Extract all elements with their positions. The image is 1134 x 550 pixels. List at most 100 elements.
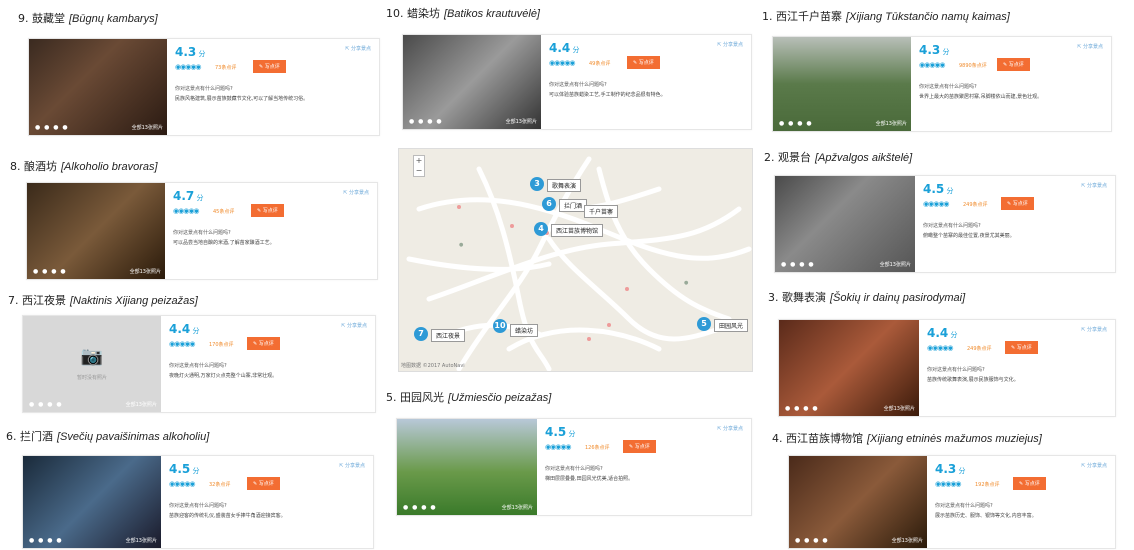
question-prompt[interactable]: 你对这景点有什么问题吗? [919,83,977,90]
write-review-button[interactable]: ✎ 写点评 [627,56,660,69]
attraction-photo[interactable]: ● ● ● ● 全部13张照片 [789,456,927,548]
map-pin-10[interactable]: 10 [493,319,507,333]
review-count[interactable]: 49条点评 [589,60,610,67]
write-review-button[interactable]: ✎ 写点评 [247,477,280,490]
review-count[interactable]: 126条点评 [585,444,610,451]
attraction-photo[interactable]: ● ● ● ● 全部13张照片 [23,456,161,548]
review-count[interactable]: 249条点评 [967,345,992,352]
map-pin-5[interactable]: 5 [697,317,711,331]
attraction-card[interactable]: 📷 暂时没有照片 ● ● ● ● 全部13张照片 4.4 分 ◉◉◉◉◉ 170… [22,315,376,413]
share-link[interactable]: ⇱ 分享景点 [343,189,369,196]
all-photos-link[interactable]: 全部13张照片 [502,504,533,511]
zoom-in-button[interactable]: + [414,156,424,166]
attraction-card[interactable]: ● ● ● ● 全部13张照片 4.4 分 ◉◉◉◉◉ 49条点评 ✎ 写点评 … [402,34,752,130]
rating-unit: 分 [194,194,204,202]
attraction-tip: 苗族传统歌舞表演,展示民族服饰与文化。 [927,377,1019,383]
share-link[interactable]: ⇱ 分享景点 [345,45,371,52]
question-prompt[interactable]: 你对这景点有什么问题吗? [927,366,985,373]
map-label-7[interactable]: 西江夜景 [431,329,466,342]
attraction-photo[interactable]: ● ● ● ● 全部13张照片 [773,37,911,131]
attraction-card[interactable]: ● ● ● ● 全部13张照片 4.4 分 ◉◉◉◉◉ 249条点评 ✎ 写点评… [778,319,1116,417]
share-link[interactable]: ⇱ 分享景点 [339,462,365,469]
share-link[interactable]: ⇱ 分享景点 [1081,182,1107,189]
share-link[interactable]: ⇱ 分享景点 [1081,462,1107,469]
write-review-button[interactable]: ✎ 写点评 [997,58,1030,71]
all-photos-link[interactable]: 全部13张照片 [130,268,161,275]
review-count[interactable]: 32条点评 [209,481,230,488]
attraction-card[interactable]: ● ● ● ● 全部13张照片 4.5 分 ◉◉◉◉◉ 249条点评 ✎ 写点评… [774,175,1116,273]
question-prompt[interactable]: 你对这景点有什么问题吗? [175,85,233,92]
write-review-label: 写点评 [258,341,274,347]
attraction-card[interactable]: ● ● ● ● 全部13张照片 4.7 分 ◉◉◉◉◉ 45条点评 ✎ 写点评 … [26,182,378,280]
all-photos-link[interactable]: 全部13张照片 [876,120,907,127]
map-label-3[interactable]: 歌舞表演 [547,179,582,192]
carousel-dots[interactable]: ● ● ● ● [33,268,67,275]
attraction-photo[interactable]: ● ● ● ● 全部13张照片 [775,176,915,272]
all-photos-link[interactable]: 全部13张照片 [880,261,911,268]
all-photos-link[interactable]: 全部13张照片 [132,124,163,131]
review-count[interactable]: 170条点评 [209,341,234,348]
write-review-button[interactable]: ✎ 写点评 [1005,341,1038,354]
map-label-4[interactable]: 西江苗族博物馆 [551,224,604,237]
carousel-dots[interactable]: ● ● ● ● [409,118,443,125]
map-pin-3[interactable]: 3 [530,177,544,191]
attraction-photo[interactable]: 📷 暂时没有照片 ● ● ● ● 全部13张照片 [23,316,161,412]
attraction-photo[interactable]: ● ● ● ● 全部13张照片 [29,39,167,135]
question-prompt[interactable]: 你对这景点有什么问题吗? [549,81,607,88]
all-photos-link[interactable]: 全部13张照片 [884,405,915,412]
attraction-photo[interactable]: ● ● ● ● 全部13张照片 [779,320,919,416]
attraction-card[interactable]: ● ● ● ● 全部13张照片 4.3 分 ◉◉◉◉◉ 192条点评 ✎ 写点评… [788,455,1116,549]
map-label-5[interactable]: 田园风光 [714,319,749,332]
review-count[interactable]: 9890条点评 [959,62,987,69]
write-review-button[interactable]: ✎ 写点评 [247,337,280,350]
review-count[interactable]: 192条点评 [975,481,1000,488]
zoom-control[interactable]: + − [413,155,425,177]
write-review-button[interactable]: ✎ 写点评 [253,60,286,73]
share-link[interactable]: ⇱ 分享景点 [341,322,367,329]
carousel-dots[interactable]: ● ● ● ● [403,504,437,511]
carousel-dots[interactable]: ● ● ● ● [29,537,63,544]
write-review-button[interactable]: ✎ 写点评 [623,440,656,453]
attraction-card[interactable]: ● ● ● ● 全部13张照片 4.5 分 ◉◉◉◉◉ 126条点评 ✎ 写点评… [396,418,752,516]
map-pin-6[interactable]: 6 [542,197,556,211]
attraction-card[interactable]: ● ● ● ● 全部13张照片 4.3 分 ◉◉◉◉◉ 73条点评 ✎ 写点评 … [28,38,380,136]
question-prompt[interactable]: 你对这景点有什么问题吗? [923,222,981,229]
question-prompt[interactable]: 你对这景点有什么问题吗? [169,502,227,509]
share-link[interactable]: ⇱ 分享景点 [1081,326,1107,333]
write-review-button[interactable]: ✎ 写点评 [251,204,284,217]
attraction-card[interactable]: ● ● ● ● 全部13张照片 4.3 分 ◉◉◉◉◉ 9890条点评 ✎ 写点… [772,36,1112,132]
carousel-dots[interactable]: ● ● ● ● [785,405,819,412]
zoom-out-button[interactable]: − [414,166,424,176]
all-photos-link[interactable]: 全部13张照片 [126,401,157,408]
attraction-photo[interactable]: ● ● ● ● 全部13张照片 [27,183,165,279]
share-link[interactable]: ⇱ 分享景点 [1077,43,1103,50]
map-label-6[interactable]: 拦门酒 [559,199,588,212]
write-review-button[interactable]: ✎ 写点评 [1001,197,1034,210]
share-link[interactable]: ⇱ 分享景点 [717,425,743,432]
carousel-dots[interactable]: ● ● ● ● [29,401,63,408]
question-prompt[interactable]: 你对这景点有什么问题吗? [545,465,603,472]
map-pin-4[interactable]: 4 [534,222,548,236]
share-link[interactable]: ⇱ 分享景点 [717,41,743,48]
all-photos-link[interactable]: 全部13张照片 [892,537,923,544]
write-review-button[interactable]: ✎ 写点评 [1013,477,1046,490]
carousel-dots[interactable]: ● ● ● ● [35,124,69,131]
attraction-photo[interactable]: ● ● ● ● 全部13张照片 [397,419,537,515]
carousel-dots[interactable]: ● ● ● ● [795,537,829,544]
attraction-map[interactable]: ● ● + − 3 歌舞表演 6 拦门酒 千户苗寨 4 西江苗族博物馆 7 西江夜… [398,148,753,372]
question-prompt[interactable]: 你对这景点有什么问题吗? [173,229,231,236]
map-label-1[interactable]: 千户苗寨 [584,205,619,218]
question-prompt[interactable]: 你对这景点有什么问题吗? [935,502,993,509]
map-label-10[interactable]: 蜡染坊 [510,324,539,337]
attraction-card[interactable]: ● ● ● ● 全部13张照片 4.5 分 ◉◉◉◉◉ 32条点评 ✎ 写点评 … [22,455,374,549]
map-pin-7[interactable]: 7 [414,327,428,341]
review-count[interactable]: 45条点评 [213,208,234,215]
question-prompt[interactable]: 你对这景点有什么问题吗? [169,362,227,369]
attraction-photo[interactable]: ● ● ● ● 全部13张照片 [403,35,541,129]
all-photos-link[interactable]: 全部13张照片 [126,537,157,544]
carousel-dots[interactable]: ● ● ● ● [779,120,813,127]
review-count[interactable]: 249条点评 [963,201,988,208]
carousel-dots[interactable]: ● ● ● ● [781,261,815,268]
review-count[interactable]: 73条点评 [215,64,236,71]
all-photos-link[interactable]: 全部13张照片 [506,118,537,125]
